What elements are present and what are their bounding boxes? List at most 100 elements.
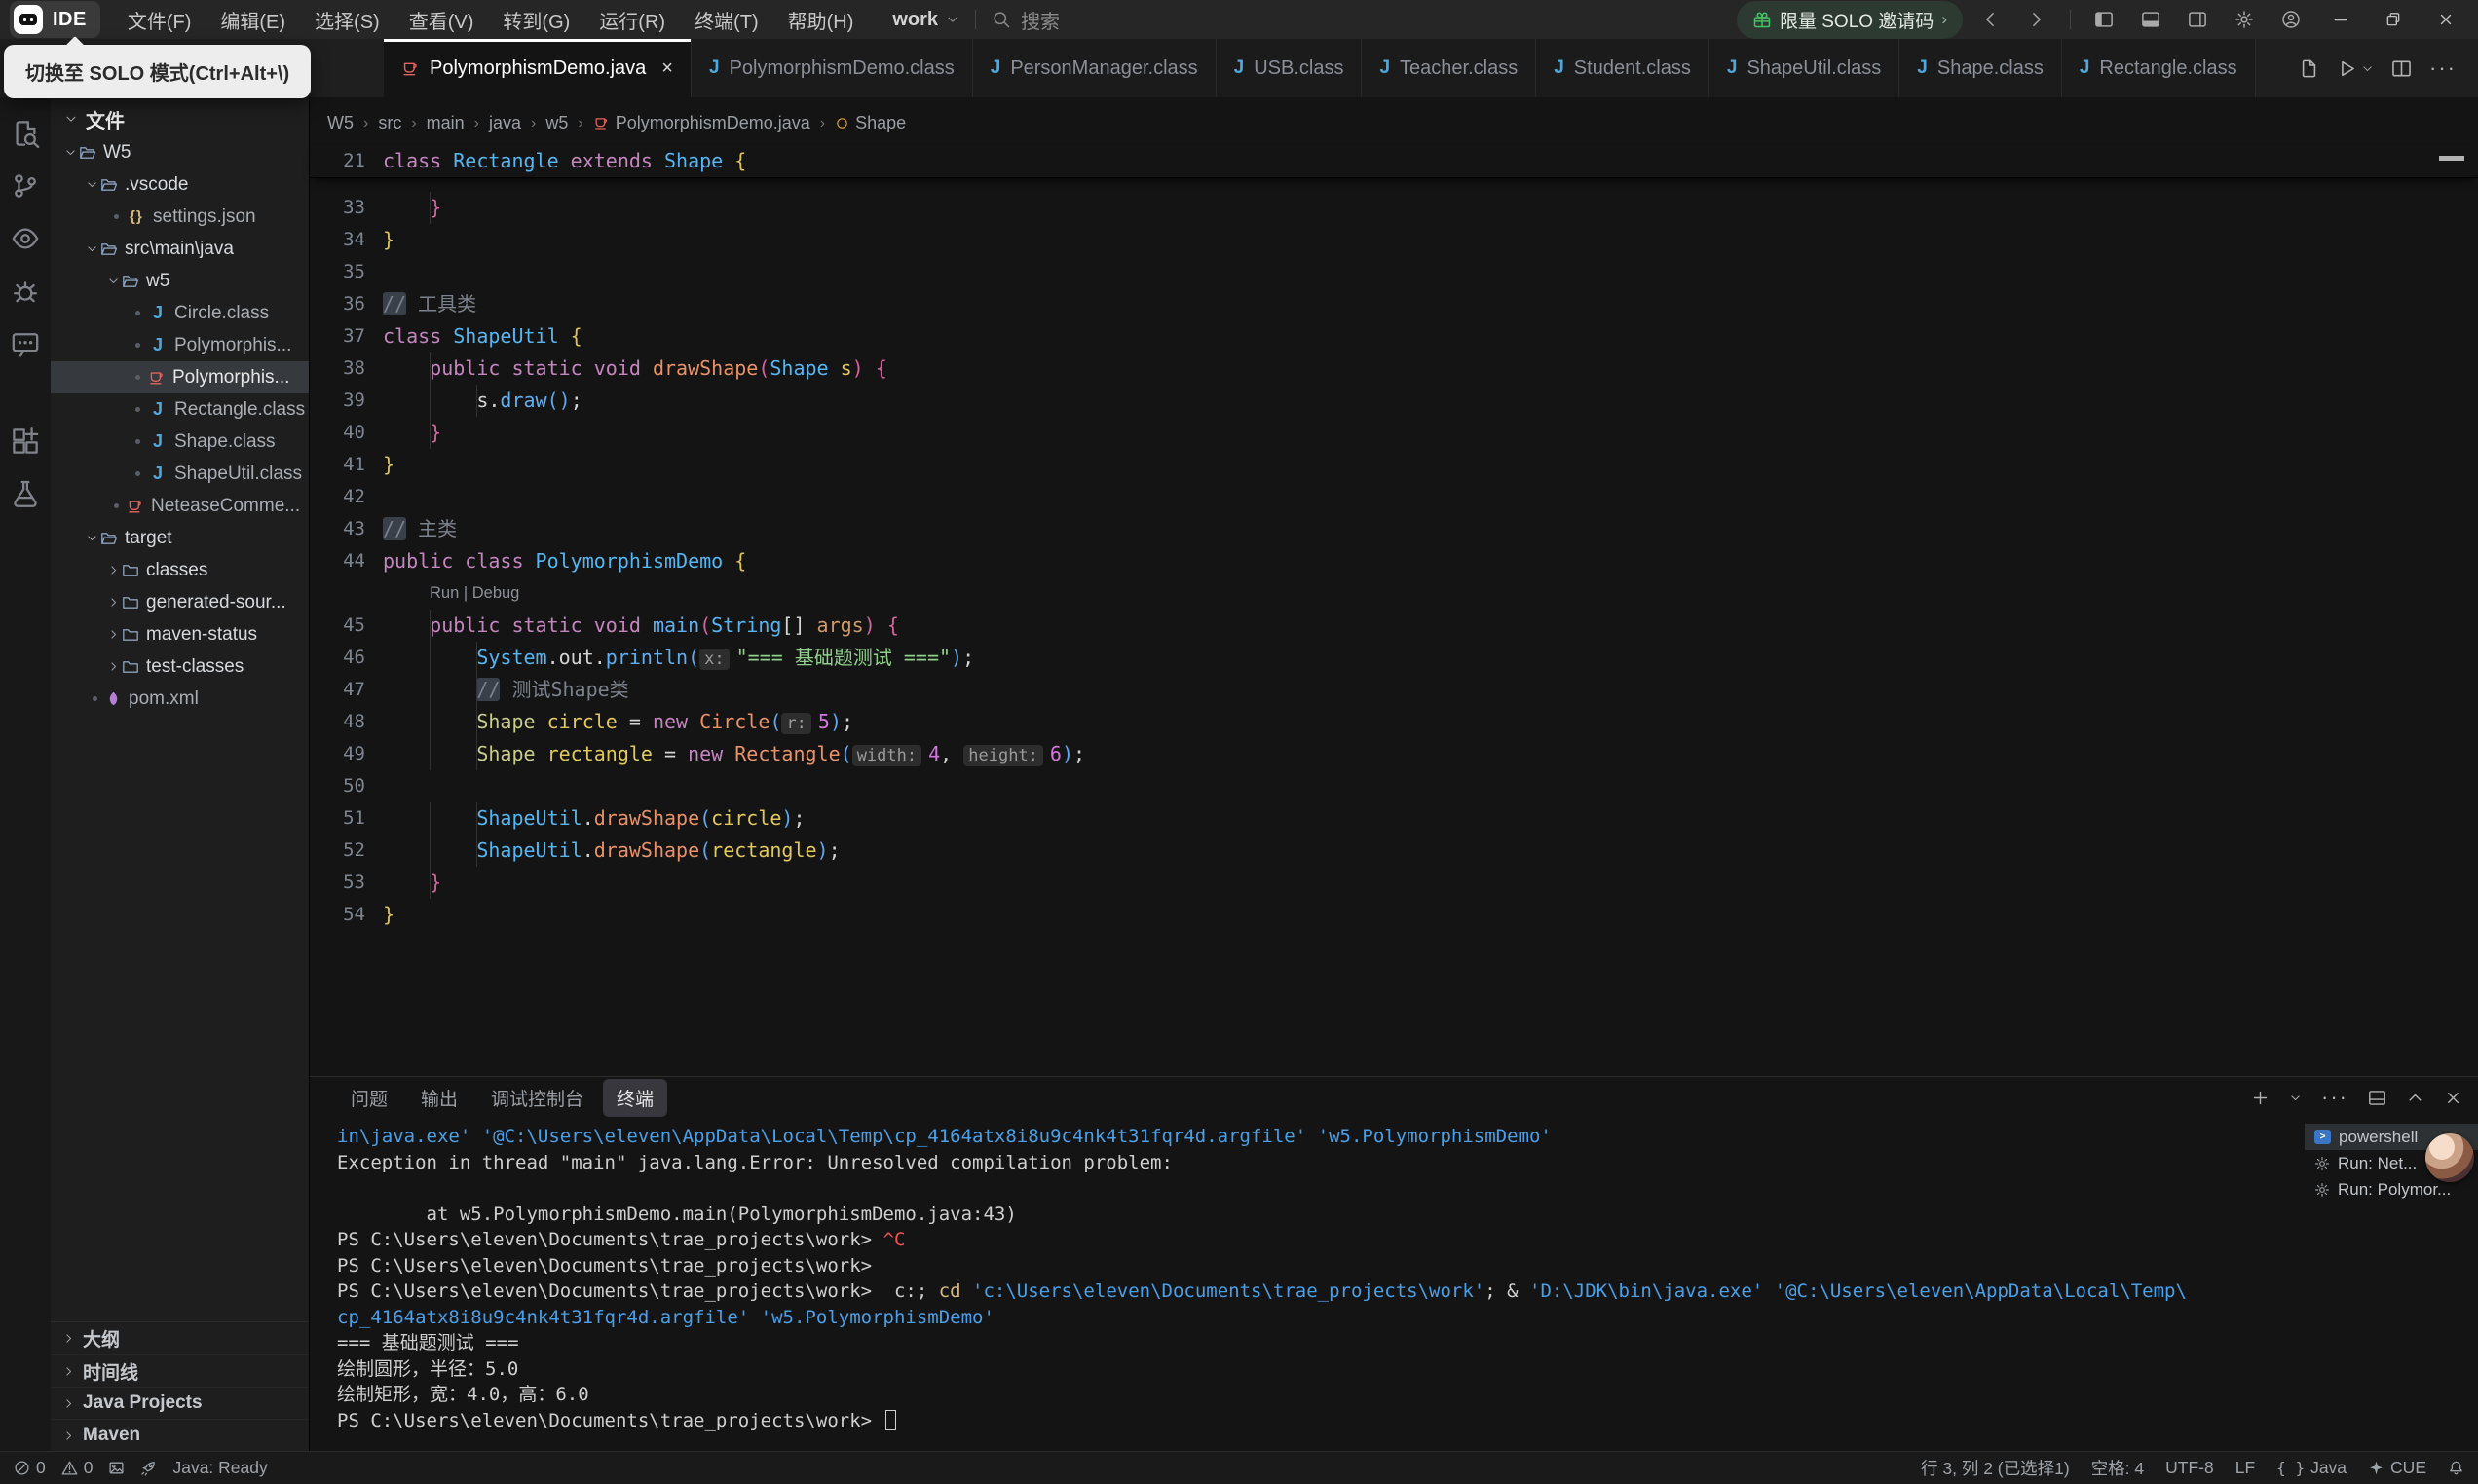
- nav-forward-button[interactable]: [2017, 3, 2056, 36]
- code-line[interactable]: 36// 工具类: [310, 288, 2478, 320]
- statusbar-item-LF[interactable]: LF: [2235, 1458, 2255, 1478]
- code-line[interactable]: 35: [310, 256, 2478, 288]
- panel-tab[interactable]: 问题: [337, 1079, 401, 1117]
- tree-item[interactable]: NeteaseComme...: [51, 490, 309, 522]
- code-line[interactable]: 52 ShapeUtil.drawShape(rectangle);: [310, 835, 2478, 867]
- bug-icon[interactable]: [11, 277, 40, 306]
- statusbar-item-UTF-8[interactable]: UTF-8: [2165, 1458, 2214, 1478]
- editor-tab[interactable]: JShapeUtil.class: [1709, 39, 1899, 97]
- menu-item[interactable]: 文件(F): [116, 2, 204, 38]
- menu-item[interactable]: 终端(T): [683, 2, 770, 38]
- new-terminal-icon[interactable]: [2251, 1089, 2270, 1107]
- code-line[interactable]: 53 }: [310, 867, 2478, 899]
- chevron-down-icon[interactable]: [2361, 62, 2374, 75]
- menu-item[interactable]: 查看(V): [397, 2, 486, 38]
- ext-icon[interactable]: [11, 427, 40, 456]
- tree-item[interactable]: target: [51, 522, 309, 554]
- code-line[interactable]: 54}: [310, 899, 2478, 931]
- restore-button[interactable]: [2371, 1, 2416, 38]
- editor-tab[interactable]: JShape.class: [1899, 39, 2062, 97]
- code-line[interactable]: 47 // 测试Shape类: [310, 674, 2478, 706]
- statusbar-item-行 3, 列 2 (已选择1)[interactable]: 行 3, 列 2 (已选择1): [1921, 1456, 2070, 1480]
- menu-item[interactable]: 选择(S): [303, 2, 392, 38]
- code-line[interactable]: 45 public static void main(String[] args…: [310, 610, 2478, 642]
- beaker-icon[interactable]: [11, 479, 40, 508]
- maximize-panel-icon[interactable]: [2406, 1089, 2424, 1107]
- tree-item[interactable]: JShapeUtil.class: [51, 458, 309, 490]
- search-files-icon[interactable]: [11, 119, 40, 148]
- codelens-line[interactable]: Run | Debug: [310, 577, 2478, 610]
- toggle-sidebar-button[interactable]: [2084, 3, 2123, 36]
- tree-item[interactable]: maven-status: [51, 618, 309, 650]
- code-line[interactable]: 34}: [310, 224, 2478, 256]
- panel-tab[interactable]: 终端: [603, 1079, 667, 1117]
- code-line[interactable]: 40 }: [310, 417, 2478, 449]
- editor-tab[interactable]: JUSB.class: [1217, 39, 1363, 97]
- code-line[interactable]: 49 Shape rectangle = new Rectangle(width…: [310, 738, 2478, 770]
- tree-item[interactable]: src\main\java: [51, 233, 309, 265]
- menu-item[interactable]: 帮助(H): [776, 2, 866, 38]
- editor-tab[interactable]: JTeacher.class: [1362, 39, 1536, 97]
- statusbar-item-image[interactable]: [108, 1460, 125, 1476]
- code-line[interactable]: 44public class PolymorphismDemo {: [310, 545, 2478, 577]
- statusbar-item-CUE[interactable]: CUE: [2368, 1458, 2426, 1478]
- breadcrumb-item[interactable]: W5: [327, 113, 354, 133]
- statusbar-item-rocket[interactable]: [140, 1460, 157, 1476]
- split-editor-icon[interactable]: [2391, 58, 2412, 79]
- tree-item[interactable]: pom.xml: [51, 683, 309, 715]
- code-line[interactable]: 39 s.draw();: [310, 385, 2478, 417]
- panel-layout-icon[interactable]: [2368, 1089, 2386, 1107]
- code-line[interactable]: 33 }: [310, 192, 2478, 224]
- minimize-button[interactable]: [2318, 1, 2363, 38]
- toggle-panel-button[interactable]: [2131, 3, 2170, 36]
- run-file-icon[interactable]: [2337, 58, 2357, 79]
- code-line[interactable]: 42: [310, 481, 2478, 513]
- code-line[interactable]: 43// 主类: [310, 513, 2478, 545]
- settings-button[interactable]: [2225, 3, 2264, 36]
- global-search[interactable]: 搜索: [992, 6, 1060, 34]
- terminal-output[interactable]: in\java.exe' '@C:\Users\eleven\AppData\L…: [310, 1118, 2478, 1433]
- chevron-down-icon[interactable]: [2289, 1092, 2302, 1104]
- eye-icon[interactable]: [11, 224, 40, 253]
- breadcrumb-item[interactable]: Shape: [835, 113, 906, 133]
- code-line[interactable]: 37class ShapeUtil {: [310, 320, 2478, 352]
- tree-item[interactable]: .vscode: [51, 168, 309, 201]
- more-actions-icon[interactable]: ···: [2429, 56, 2457, 81]
- breadcrumb-item[interactable]: src: [378, 113, 401, 133]
- menu-item[interactable]: 转到(G): [491, 2, 582, 38]
- sidebar-section-大纲[interactable]: 大纲: [51, 1322, 309, 1354]
- tab-close-icon[interactable]: ×: [661, 57, 673, 80]
- statusbar-item-0[interactable]: 0: [61, 1458, 94, 1478]
- panel-more-icon[interactable]: ···: [2321, 1085, 2348, 1110]
- menu-item[interactable]: 运行(R): [587, 2, 677, 38]
- code-line[interactable]: 48 Shape circle = new Circle(r:5);: [310, 706, 2478, 738]
- tree-item[interactable]: w5: [51, 265, 309, 297]
- code-line[interactable]: 41}: [310, 449, 2478, 481]
- tree-item[interactable]: JShape.class: [51, 426, 309, 458]
- code-editor[interactable]: W5›src›main›java›w5›PolymorphismDemo.jav…: [310, 97, 2478, 1076]
- panel-tab[interactable]: 输出: [407, 1079, 471, 1117]
- new-file-icon[interactable]: [2299, 58, 2319, 79]
- close-button[interactable]: [2423, 1, 2468, 38]
- workspace-switcher[interactable]: work: [892, 9, 959, 31]
- close-panel-icon[interactable]: [2444, 1089, 2462, 1107]
- tree-item[interactable]: JPolymorphis...: [51, 329, 309, 361]
- sidebar-section-java-projects[interactable]: Java Projects: [51, 1387, 309, 1419]
- sidebar-section-maven[interactable]: Maven: [51, 1419, 309, 1451]
- solo-invite-badge[interactable]: 限量 SOLO 邀请码 ›: [1737, 1, 1963, 39]
- panel-tab[interactable]: 调试控制台: [477, 1079, 597, 1117]
- chat-icon[interactable]: [11, 329, 40, 358]
- tree-item[interactable]: Polymorphis...: [51, 361, 309, 393]
- statusbar-item-bell[interactable]: [2448, 1460, 2464, 1476]
- tree-item[interactable]: JCircle.class: [51, 297, 309, 329]
- code-line[interactable]: 21class Rectangle extends Shape {: [310, 145, 2478, 177]
- breadcrumb-item[interactable]: PolymorphismDemo.java: [593, 113, 810, 133]
- code-line[interactable]: 51 ShapeUtil.drawShape(circle);: [310, 802, 2478, 835]
- statusbar-item-Java[interactable]: { }Java: [2276, 1458, 2347, 1478]
- editor-tab[interactable]: JStudent.class: [1536, 39, 1709, 97]
- editor-tab[interactable]: JPolymorphismDemo.class: [692, 39, 973, 97]
- sidebar-section-时间线[interactable]: 时间线: [51, 1354, 309, 1387]
- nav-back-button[interactable]: [1971, 3, 2009, 36]
- code-line[interactable]: 38 public static void drawShape(Shape s)…: [310, 352, 2478, 385]
- tree-item[interactable]: {}settings.json: [51, 201, 309, 233]
